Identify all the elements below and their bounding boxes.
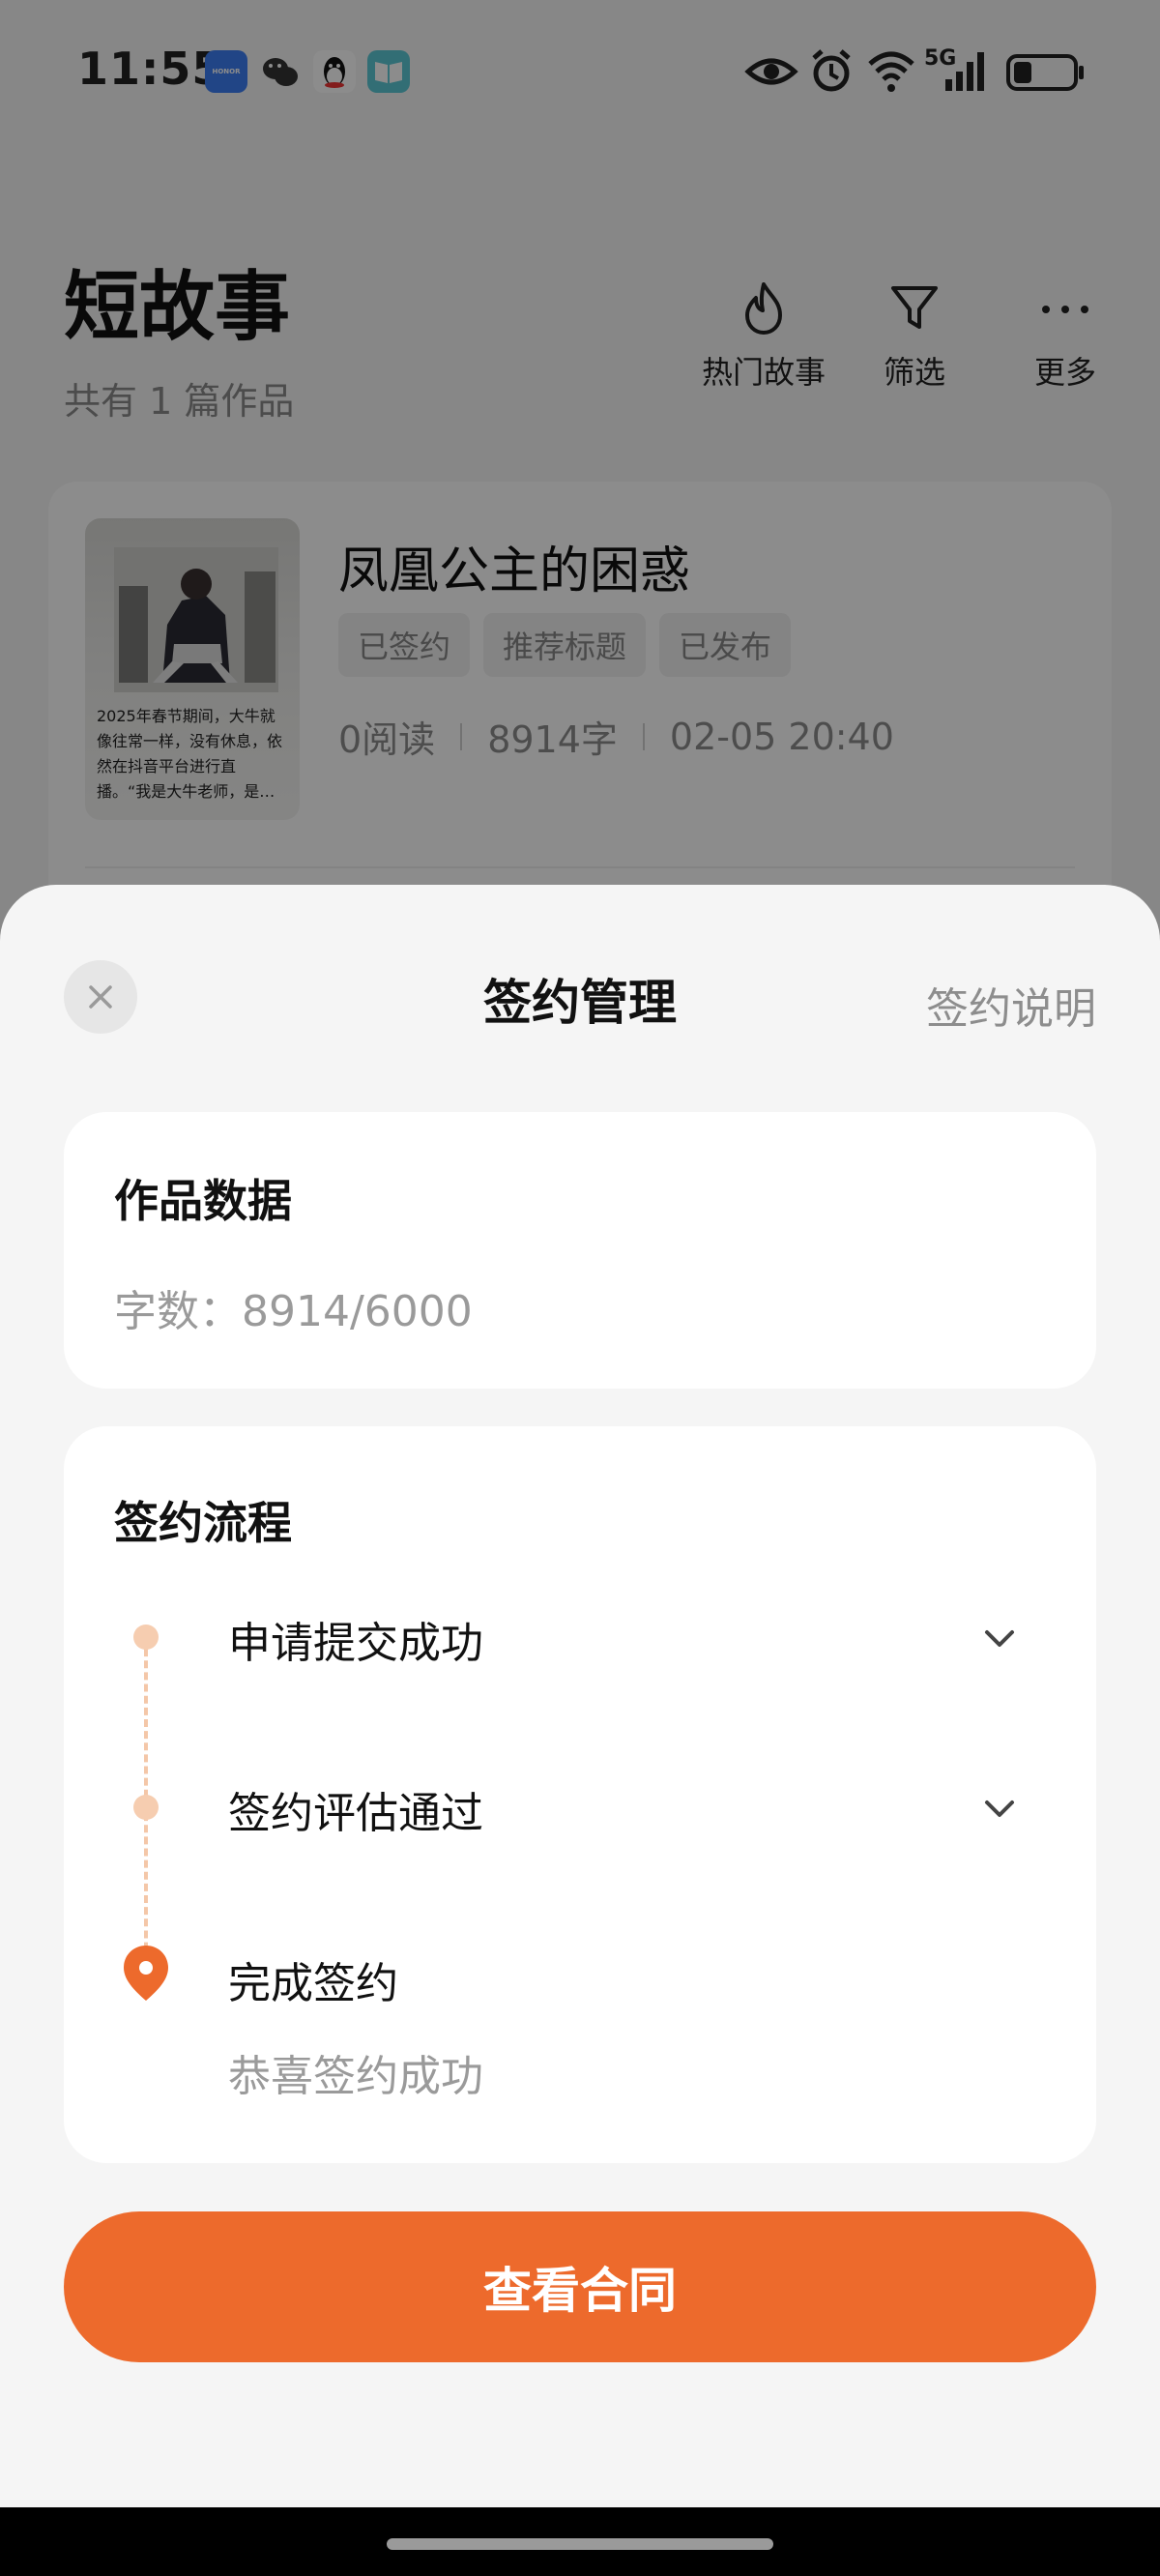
step-dot bbox=[133, 1625, 159, 1650]
work-data-panel: 作品数据 字数：8914/6000 bbox=[64, 1112, 1096, 1389]
view-contract-button[interactable]: 查看合同 bbox=[64, 2211, 1096, 2362]
step-2-label: 签约评估通过 bbox=[228, 1789, 483, 1838]
signing-process-heading: 签约流程 bbox=[114, 1497, 292, 1549]
signing-help-link[interactable]: 签约说明 bbox=[926, 974, 1096, 1036]
step-3-subtext: 恭喜签约成功 bbox=[228, 2052, 483, 2101]
location-pin-icon bbox=[124, 1946, 168, 2001]
work-data-heading: 作品数据 bbox=[114, 1175, 292, 1227]
step-dot bbox=[133, 1795, 159, 1820]
chevron-down-icon[interactable] bbox=[980, 1620, 1019, 1658]
signing-process-panel: 签约流程 申请提交成功 签约评估通过 完成签约 恭喜签约成功 bbox=[64, 1426, 1096, 2163]
home-indicator[interactable] bbox=[387, 2538, 773, 2550]
step-3-label: 完成签约 bbox=[228, 1959, 398, 2008]
chevron-down-icon[interactable] bbox=[980, 1790, 1019, 1829]
system-nav-bar bbox=[0, 2507, 1160, 2576]
signing-management-sheet: 签约管理 签约说明 作品数据 字数：8914/6000 签约流程 申请提交成功 … bbox=[0, 885, 1160, 2507]
step-1-label: 申请提交成功 bbox=[228, 1619, 483, 1668]
word-count: 字数：8914/6000 bbox=[114, 1287, 473, 1336]
